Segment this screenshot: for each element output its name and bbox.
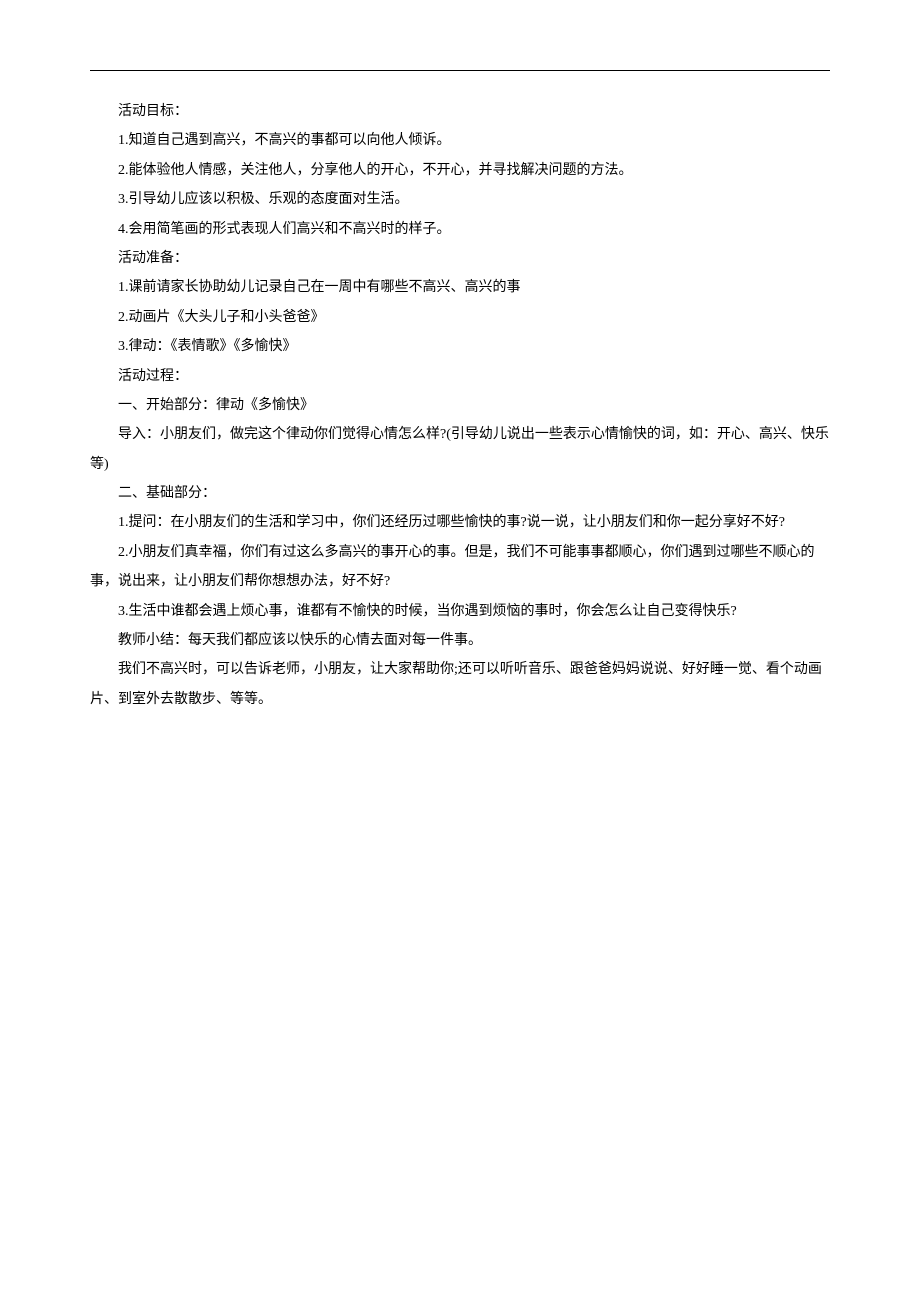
base-question: 1.提问：在小朋友们的生活和学习中，你们还经历过哪些愉快的事?说一说，让小朋友们… [90,508,830,537]
goal-item: 3.引导幼儿应该以积极、乐观的态度面对生活。 [90,185,830,214]
goals-header: 活动目标： [90,97,830,126]
start-header: 一、开始部分：律动《多愉快》 [90,391,830,420]
goal-item: 2.能体验他人情感，关注他人，分享他人的开心，不开心，并寻找解决问题的方法。 [90,156,830,185]
base-question: 2.小朋友们真幸福，你们有过这么多高兴的事开心的事。但是，我们不可能事事都顺心，… [90,538,830,597]
base-question: 3.生活中谁都会遇上烦心事，谁都有不愉快的时候，当你遇到烦恼的事时，你会怎么让自… [90,597,830,626]
goal-item: 4.会用简笔画的形式表现人们高兴和不高兴时的样子。 [90,215,830,244]
start-intro: 导入：小朋友们，做完这个律动你们觉得心情怎么样?(引导幼儿说出一些表示心情愉快的… [90,420,830,479]
prep-header: 活动准备： [90,244,830,273]
goal-item: 1.知道自己遇到高兴，不高兴的事都可以向他人倾诉。 [90,126,830,155]
base-header: 二、基础部分： [90,479,830,508]
teacher-summary-text: 我们不高兴时，可以告诉老师，小朋友，让大家帮助你;还可以听听音乐、跟爸爸妈妈说说… [90,655,830,714]
prep-item: 2.动画片《大头儿子和小头爸爸》 [90,303,830,332]
prep-item: 3.律动：《表情歌》《多愉快》 [90,332,830,361]
process-header: 活动过程： [90,362,830,391]
prep-item: 1.课前请家长协助幼儿记录自己在一周中有哪些不高兴、高兴的事 [90,273,830,302]
top-divider [90,70,830,71]
teacher-summary-label: 教师小结：每天我们都应该以快乐的心情去面对每一件事。 [90,626,830,655]
document-page: 活动目标： 1.知道自己遇到高兴，不高兴的事都可以向他人倾诉。 2.能体验他人情… [0,0,920,1302]
